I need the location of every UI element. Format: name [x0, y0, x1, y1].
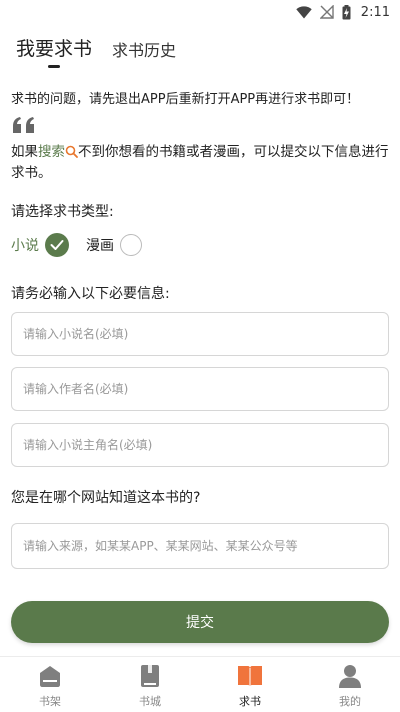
nav-item-bookstore[interactable]: 书城 — [120, 660, 180, 710]
author-field[interactable] — [11, 367, 389, 411]
type-selector: 小说 漫画 — [11, 232, 391, 258]
radio-checked-icon[interactable] — [45, 233, 69, 257]
profile-icon — [339, 665, 361, 688]
protagonist-field[interactable] — [11, 423, 389, 467]
required-section-label: 请务必输入以下必要信息: — [11, 286, 170, 302]
tab-request-history[interactable]: 求书历史 — [112, 37, 176, 61]
search-link[interactable]: 搜索 — [38, 144, 65, 160]
type-option-novel[interactable]: 小说 — [11, 232, 69, 258]
novel-name-field[interactable] — [11, 312, 389, 356]
type-option-comic[interactable]: 漫画 — [86, 232, 142, 258]
tab-indicator — [48, 65, 60, 68]
type-option-novel-label: 小说 — [11, 238, 39, 254]
signal-off-icon — [319, 5, 334, 19]
bookshelf-icon — [40, 666, 60, 687]
tab-request-book[interactable]: 我要求书 — [16, 34, 92, 61]
source-field[interactable] — [11, 523, 389, 569]
notice-text: 求书的问题，请先退出APP后重新打开APP再进行求书即可！ — [11, 92, 360, 107]
source-section-label: 您是在哪个网站知道这本书的? — [11, 490, 201, 506]
type-section-label: 请选择求书类型: — [11, 204, 114, 220]
status-time: 2:11 — [360, 4, 390, 20]
novel-name-input[interactable] — [23, 327, 377, 341]
request-book-icon — [238, 666, 262, 687]
info-text: 如果搜索 不到你想看的书籍或者漫画，可以提交以下信息进行求书。 — [11, 142, 389, 184]
bookstore-icon — [141, 665, 159, 687]
top-tabs: 我要求书 求书历史 — [0, 30, 400, 70]
source-input[interactable] — [23, 539, 377, 553]
submit-button[interactable]: 提交 — [11, 601, 389, 643]
nav-item-bookshelf[interactable]: 书架 — [20, 660, 80, 710]
wifi-icon — [296, 5, 312, 19]
author-input[interactable] — [23, 382, 377, 396]
quote-icon — [13, 117, 34, 133]
nav-item-request-book[interactable]: 求书 — [220, 660, 280, 710]
nav-item-profile[interactable]: 我的 — [320, 660, 380, 710]
battery-charging-icon — [342, 4, 351, 19]
nav-label-profile: 我的 — [339, 695, 361, 708]
nav-label-bookstore: 书城 — [139, 695, 161, 708]
nav-label-request-book: 求书 — [239, 695, 261, 708]
protagonist-input[interactable] — [23, 438, 377, 452]
search-icon[interactable] — [65, 145, 78, 158]
nav-label-bookshelf: 书架 — [39, 695, 61, 708]
type-option-comic-label: 漫画 — [86, 238, 114, 254]
radio-unchecked-icon[interactable] — [120, 234, 142, 256]
info-prefix: 如果 — [11, 144, 38, 160]
status-bar: 2:11 — [0, 0, 400, 24]
bottom-nav: 书架 书城 求书 我的 — [0, 656, 400, 712]
checkmark-icon — [50, 240, 64, 250]
